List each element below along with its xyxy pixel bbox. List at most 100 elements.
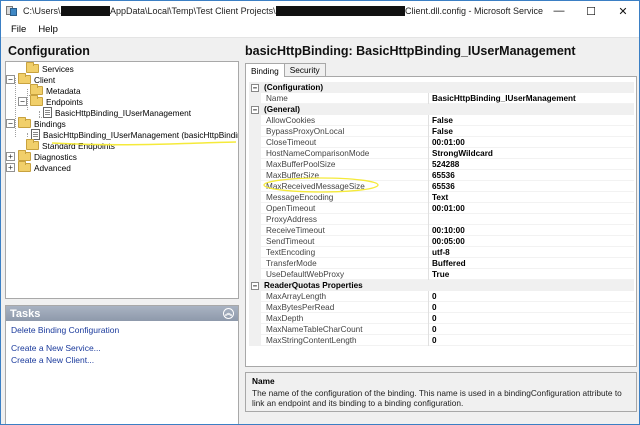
folder-icon	[26, 62, 39, 73]
property-value[interactable]: 0	[429, 313, 437, 324]
minimize-button[interactable]: —	[543, 1, 575, 21]
section-configuration-header[interactable]: − (Configuration)	[249, 82, 634, 93]
property-value[interactable]: 65536	[429, 170, 455, 181]
property-grid: − (Configuration) Name BasicHttpBinding_IUs…	[249, 82, 634, 346]
tasks-title: Tasks	[10, 307, 41, 320]
maximize-button[interactable]: ☐	[575, 1, 607, 21]
property-row[interactable]: MaxArrayLength 0	[249, 290, 634, 302]
close-button[interactable]: ✕	[607, 1, 639, 21]
property-value[interactable]: 00:10:00	[429, 225, 465, 236]
property-name: ProxyAddress	[261, 213, 429, 225]
property-value[interactable]: 00:01:00	[429, 137, 465, 148]
collapse-toggle-icon[interactable]: −	[6, 119, 15, 128]
create-new-service-link[interactable]: Create a New Service...	[11, 343, 101, 353]
property-name: AllowCookies	[261, 114, 429, 126]
folder-icon	[30, 84, 43, 95]
section-general-header[interactable]: − (General)	[249, 104, 634, 115]
menu-help[interactable]: Help	[32, 24, 64, 35]
property-value[interactable]: BasicHttpBinding_IUserManagement	[429, 93, 576, 104]
property-row[interactable]: Name BasicHttpBinding_IUserManagement	[249, 92, 634, 104]
property-row[interactable]: ReceiveTimeout 00:10:00	[249, 224, 634, 236]
section-reader-quotas-header[interactable]: − ReaderQuotas Properties	[249, 280, 634, 291]
property-value[interactable]: Text	[429, 192, 448, 203]
folder-icon	[18, 117, 31, 128]
collapse-toggle-icon[interactable]: −	[6, 75, 15, 84]
menu-bar: File Help	[1, 21, 639, 38]
property-row[interactable]: BypassProxyOnLocal False	[249, 125, 634, 137]
property-row[interactable]: HostNameComparisonMode StrongWildcard	[249, 147, 634, 159]
description-panel: Name The name of the configuration of th…	[245, 372, 637, 412]
property-value[interactable]: 00:05:00	[429, 236, 465, 247]
property-value[interactable]: 0	[429, 291, 437, 302]
property-row[interactable]: MessageEncoding Text	[249, 191, 634, 203]
property-name: Name	[261, 92, 429, 104]
property-row[interactable]: MaxReceivedMessageSize 65536	[249, 180, 634, 192]
title-bar: C:\Users\ AppData\Local\Temp\Test Client…	[1, 1, 639, 21]
collapse-toggle-icon[interactable]: −	[251, 281, 259, 290]
app-window: C:\Users\ AppData\Local\Temp\Test Client…	[0, 0, 640, 425]
property-value[interactable]: 524288	[429, 159, 459, 170]
collapse-toggle-icon[interactable]: −	[251, 83, 259, 92]
collapse-chevron-icon[interactable]: ︽	[223, 308, 234, 319]
property-value[interactable]: 0	[429, 302, 437, 313]
property-name: MaxBufferPoolSize	[261, 158, 429, 170]
property-row[interactable]: MaxBytesPerRead 0	[249, 301, 634, 313]
property-row[interactable]: AllowCookies False	[249, 114, 634, 126]
tree-item-binding-config[interactable]: BasicHttpBinding_IUserManagement (basicH…	[31, 129, 239, 140]
property-name: MaxReceivedMessageSize	[261, 180, 429, 192]
menu-file[interactable]: File	[5, 24, 32, 35]
collapse-toggle-icon[interactable]: −	[18, 97, 27, 106]
property-value[interactable]: 0	[429, 335, 437, 346]
property-value[interactable]: 65536	[429, 181, 455, 192]
property-value[interactable]	[429, 214, 432, 225]
app-icon	[6, 5, 18, 17]
property-row[interactable]: MaxStringContentLength 0	[249, 334, 634, 346]
property-value[interactable]: False	[429, 126, 453, 137]
tree-label: Endpoints	[46, 96, 83, 107]
tab-binding[interactable]: Binding	[245, 63, 285, 77]
property-value[interactable]: 0	[429, 324, 437, 335]
property-value[interactable]: True	[429, 269, 449, 280]
tree-label: Diagnostics	[34, 151, 77, 162]
tab-security[interactable]: Security	[283, 63, 326, 76]
tree-label: BasicHttpBinding_IUserManagement (basicH…	[43, 129, 239, 140]
property-value[interactable]: utf-8	[429, 247, 450, 258]
property-name: HostNameComparisonMode	[261, 147, 429, 159]
property-row[interactable]: ProxyAddress	[249, 213, 634, 225]
property-row[interactable]: MaxNameTableCharCount 0	[249, 323, 634, 335]
property-value[interactable]: Buffered	[429, 258, 466, 269]
tree-item-bindings[interactable]: − Bindings	[6, 117, 66, 129]
property-row[interactable]: MaxBufferPoolSize 524288	[249, 158, 634, 170]
property-row[interactable]: OpenTimeout 00:01:00	[249, 202, 634, 214]
tree-item-diagnostics[interactable]: + Diagnostics	[6, 150, 77, 162]
property-row[interactable]: MaxDepth 0	[249, 312, 634, 324]
property-row[interactable]: MaxBufferSize 65536	[249, 169, 634, 181]
configuration-tree: Services − Client Metadata − Endpoints B…	[5, 61, 239, 299]
property-name: CloseTimeout	[261, 136, 429, 148]
property-row[interactable]: SendTimeout 00:05:00	[249, 235, 634, 247]
tab-strip: Binding Security	[245, 63, 326, 77]
tree-item-endpoints[interactable]: − Endpoints	[18, 95, 83, 107]
folder-icon	[18, 150, 31, 161]
tree-item-standard-endpoints[interactable]: Standard Endpoints	[14, 139, 115, 151]
collapse-toggle-icon[interactable]: −	[251, 105, 259, 114]
folder-icon	[18, 161, 31, 172]
delete-binding-configuration-link[interactable]: Delete Binding Configuration	[11, 325, 119, 335]
property-value[interactable]: StrongWildcard	[429, 148, 493, 159]
property-row[interactable]: CloseTimeout 00:01:00	[249, 136, 634, 148]
create-new-client-link[interactable]: Create a New Client...	[11, 355, 94, 365]
property-name: BypassProxyOnLocal	[261, 125, 429, 137]
expand-toggle-icon[interactable]: +	[6, 152, 15, 161]
property-row[interactable]: TransferMode Buffered	[249, 257, 634, 269]
property-row[interactable]: UseDefaultWebProxy True	[249, 268, 634, 280]
property-grid-frame: − (Configuration) Name BasicHttpBinding_IUs…	[245, 76, 637, 367]
property-value[interactable]: 00:01:00	[429, 203, 465, 214]
tree-item-advanced[interactable]: + Advanced	[6, 161, 71, 173]
tree-item-endpoint[interactable]: BasicHttpBinding_IUserManagement	[43, 107, 191, 118]
expand-toggle-icon[interactable]: +	[6, 163, 15, 172]
tree-label: Metadata	[46, 85, 81, 96]
document-icon	[43, 107, 52, 118]
tree-label: Services	[42, 63, 74, 74]
property-row[interactable]: TextEncoding utf-8	[249, 246, 634, 258]
property-value[interactable]: False	[429, 115, 453, 126]
